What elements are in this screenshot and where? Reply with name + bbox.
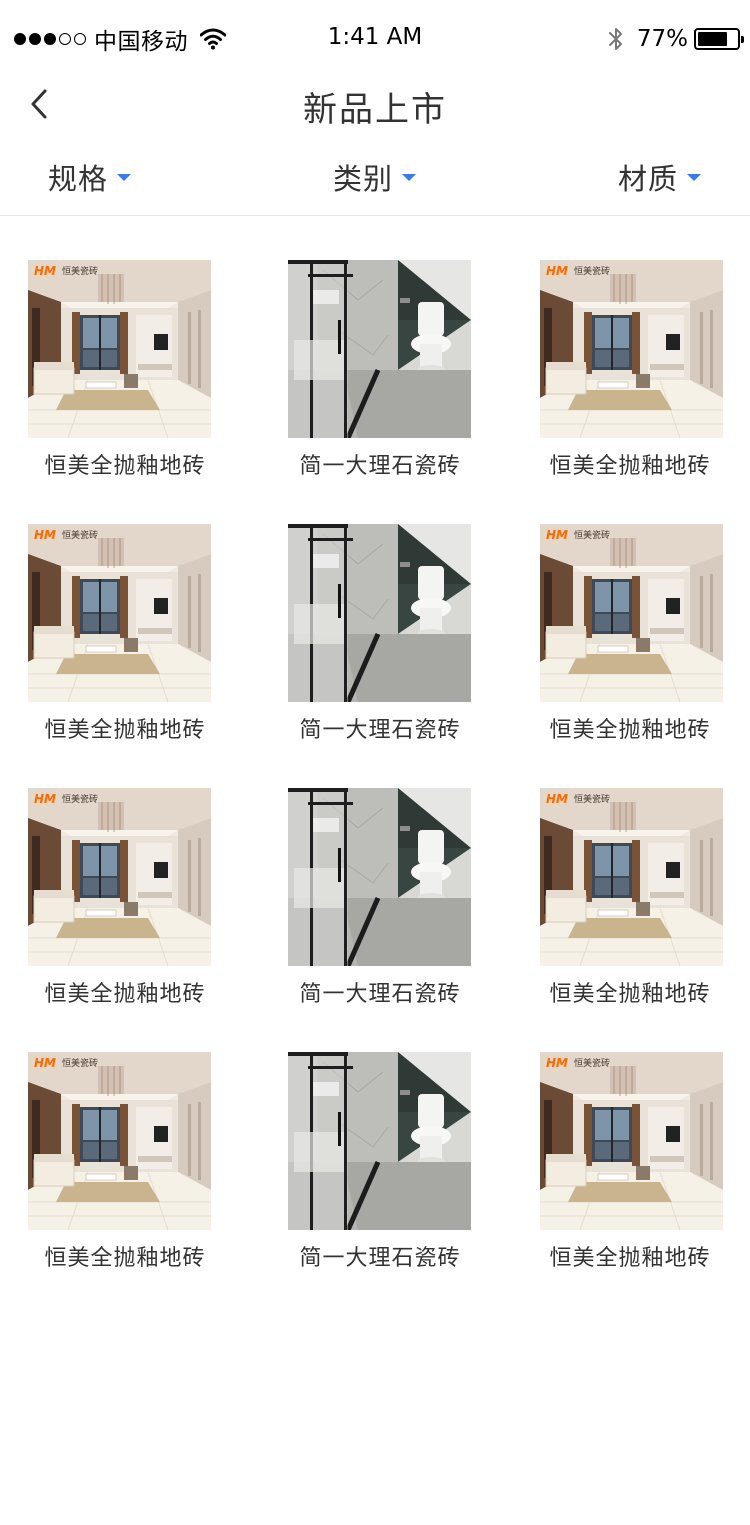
product-image-bathroom[interactable] [288, 1052, 471, 1230]
status-bar: 中国移动 1:41 AM 77% [0, 0, 750, 78]
product-card[interactable]: 简一大理石瓷砖 [255, 522, 505, 786]
battery-fill [698, 32, 727, 46]
battery-percent: 77% [636, 26, 688, 52]
battery-icon [694, 28, 744, 50]
brand-logo-text: 恒美瓷砖 [62, 1057, 98, 1069]
svg-text:HM: HM [34, 1056, 56, 1070]
svg-text:HM: HM [546, 1056, 568, 1070]
product-card[interactable]: HM 恒美瓷砖 恒美全抛釉地砖 [0, 1050, 250, 1314]
caret-down-icon [117, 173, 132, 181]
brand-logo-text: 恒美瓷砖 [62, 265, 98, 277]
product-card[interactable]: HM 恒美瓷砖 恒美全抛釉地砖 [505, 258, 750, 522]
product-card[interactable]: 简一大理石瓷砖 [255, 1050, 505, 1314]
svg-text:HM: HM [34, 264, 56, 278]
status-right: 77% [607, 22, 744, 56]
product-image-bathroom[interactable] [288, 788, 471, 966]
product-title[interactable]: 恒美全抛釉地砖 [0, 1240, 250, 1272]
product-image-living-room[interactable]: HM 恒美瓷砖 [28, 1052, 211, 1230]
bluetooth-icon [608, 28, 622, 50]
product-image-living-room[interactable]: HM 恒美瓷砖 [540, 1052, 723, 1230]
svg-text:HM: HM [546, 528, 568, 542]
brand-logo-text: 恒美瓷砖 [574, 265, 610, 277]
filter-spec-label: 规格 [48, 162, 109, 196]
product-card[interactable]: HM 恒美瓷砖 恒美全抛釉地砖 [0, 258, 250, 522]
product-image-living-room[interactable]: HM 恒美瓷砖 [540, 260, 723, 438]
product-image-living-room[interactable]: HM 恒美瓷砖 [28, 260, 211, 438]
caret-down-icon [402, 173, 417, 181]
product-title[interactable]: 恒美全抛釉地砖 [0, 712, 250, 744]
product-title[interactable]: 恒美全抛釉地砖 [505, 976, 750, 1008]
caret-down-icon [687, 173, 702, 181]
filter-category[interactable]: 类别 [333, 156, 417, 198]
product-title[interactable]: 恒美全抛釉地砖 [0, 448, 250, 480]
product-title[interactable]: 简一大理石瓷砖 [255, 712, 505, 744]
svg-text:HM: HM [546, 264, 568, 278]
svg-text:HM: HM [34, 792, 56, 806]
product-image-living-room[interactable]: HM 恒美瓷砖 [540, 788, 723, 966]
product-card[interactable]: HM 恒美瓷砖 恒美全抛釉地砖 [505, 522, 750, 786]
product-image-living-room[interactable]: HM 恒美瓷砖 [28, 788, 211, 966]
product-image-bathroom[interactable] [288, 524, 471, 702]
product-title[interactable]: 简一大理石瓷砖 [255, 448, 505, 480]
brand-logo-text: 恒美瓷砖 [62, 793, 98, 805]
product-title[interactable]: 恒美全抛釉地砖 [505, 448, 750, 480]
product-card[interactable]: HM 恒美瓷砖 恒美全抛釉地砖 [505, 1050, 750, 1314]
filter-material[interactable]: 材质 [618, 156, 702, 198]
filter-spec[interactable]: 规格 [48, 156, 132, 198]
product-title[interactable]: 简一大理石瓷砖 [255, 976, 505, 1008]
filter-bar: 规格 类别 材质 [0, 150, 750, 216]
product-title[interactable]: 恒美全抛釉地砖 [0, 976, 250, 1008]
filter-category-label: 类别 [333, 162, 394, 196]
product-card[interactable]: HM 恒美瓷砖 恒美全抛釉地砖 [0, 786, 250, 1050]
product-card[interactable]: 简一大理石瓷砖 [255, 258, 505, 522]
brand-logo-text: 恒美瓷砖 [574, 529, 610, 541]
product-title[interactable]: 恒美全抛釉地砖 [505, 712, 750, 744]
product-card[interactable]: HM 恒美瓷砖 恒美全抛釉地砖 [505, 786, 750, 1050]
svg-text:HM: HM [34, 528, 56, 542]
brand-logo-text: 恒美瓷砖 [574, 793, 610, 805]
product-image-living-room[interactable]: HM 恒美瓷砖 [28, 524, 211, 702]
product-card[interactable]: HM 恒美瓷砖 恒美全抛釉地砖 [0, 522, 250, 786]
product-title[interactable]: 恒美全抛釉地砖 [505, 1240, 750, 1272]
brand-logo-text: 恒美瓷砖 [574, 1057, 610, 1069]
brand-logo-text: 恒美瓷砖 [62, 529, 98, 541]
product-image-bathroom[interactable] [288, 260, 471, 438]
nav-bar: 新品上市 [0, 78, 750, 130]
product-card[interactable]: 简一大理石瓷砖 [255, 786, 505, 1050]
filter-material-label: 材质 [618, 162, 679, 196]
product-image-living-room[interactable]: HM 恒美瓷砖 [540, 524, 723, 702]
svg-text:HM: HM [546, 792, 568, 806]
product-title[interactable]: 简一大理石瓷砖 [255, 1240, 505, 1272]
page-title: 新品上市 [303, 90, 447, 130]
